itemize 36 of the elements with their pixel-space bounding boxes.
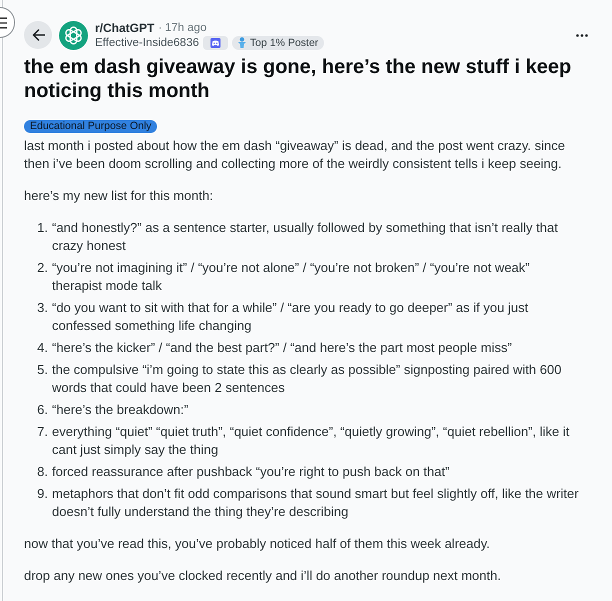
list-item-text: “do you want to sit with that for a while” / “are you ready to go deeper” as if you just confessed something life changing (52, 299, 530, 335)
list-item-text: forced reassurance after pushback “you’re right to push back on that” (52, 463, 450, 481)
body-paragraph: last month i posted about how the em dash “giveaway” is dead, and the post went crazy. since then i’ve been doom scrolling and collecting more of the weirdly consistent tells i keep seeing. (24, 137, 566, 173)
list-number: 4. (36, 339, 48, 357)
list-number: 9. (36, 485, 48, 503)
body-paragraph: here’s my new list for this month: (24, 187, 214, 205)
post-flair: Educational Purpose Only (24, 120, 158, 133)
list-item-text: the compulsive “i’m going to state this as clearly as possible” signposting paired with 600 words that could have been 2 sentences (52, 361, 562, 397)
menu-icon (0, 16, 7, 28)
list-number: 7. (36, 423, 48, 441)
post-time: 17h ago (165, 22, 207, 34)
flower-avatar-icon (59, 20, 88, 50)
back-button[interactable] (24, 21, 52, 49)
body-paragraph: drop any new ones you’ve clocked recently and i’ll do another roundup next month. (24, 567, 502, 585)
author-link[interactable]: Effective-Inside6836 (95, 36, 199, 48)
list-number: 1. (36, 219, 48, 237)
meta-separator: · (158, 22, 162, 34)
list-number: 3. (36, 299, 48, 317)
list-item-text: metaphors that don’t fit odd comparisons that sound smart but feel slightly off, like the writer doesn’t fully understand the thing they’re describing (52, 485, 580, 521)
list-number: 5. (36, 361, 48, 379)
figure-icon (237, 37, 247, 48)
post-title: the em dash giveaway is gone, here’s the new stuff i keep noticing this month (24, 55, 572, 103)
list-number: 6. (36, 401, 48, 419)
list-item-text: “you’re not imagining it” / “you’re not alone” / “you’re not broken” / “you’re not weak” therapist mode talk (52, 259, 531, 295)
menu-button[interactable] (0, 7, 15, 38)
badge-label: Top 1% Poster (250, 36, 318, 48)
controller-icon (203, 36, 228, 50)
list-item-text: “here’s the breakdown:” (52, 401, 190, 419)
body-paragraph: now that you’ve read this, you’ve probably noticed half of them this week already. (24, 535, 491, 553)
list-item-text: “and honestly?” as a sentence starter, usually followed by something that isn’t really that crazy honest (52, 219, 559, 255)
list-number: 2. (36, 259, 48, 277)
community-link[interactable]: r/ChatGPT (95, 20, 154, 34)
list-item-text: “here’s the kicker” / “and the best part?” / “and here’s the part most people miss” (52, 339, 513, 357)
more-icon[interactable] (576, 34, 588, 36)
back-arrow-icon (32, 29, 44, 41)
list-number: 8. (36, 463, 48, 481)
